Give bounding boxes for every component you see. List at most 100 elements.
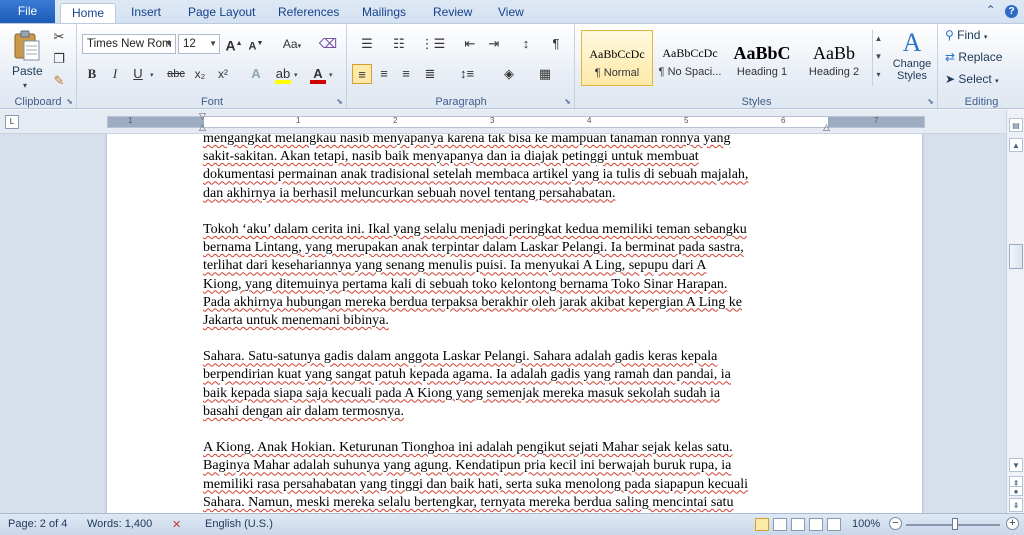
style-heading-1[interactable]: AaBbC Heading 1: [726, 30, 798, 86]
zoom-in-button[interactable]: +: [1006, 517, 1019, 530]
font-name-select[interactable]: Times New Rom ▼: [82, 34, 176, 54]
word-count[interactable]: Words: 1,400: [87, 518, 152, 530]
align-right-icon[interactable]: ≡: [396, 64, 416, 84]
styles-gallery-scroll[interactable]: ▲ ▼ ▾: [872, 30, 884, 86]
next-page-icon[interactable]: ⇟: [1009, 498, 1023, 512]
zoom-level[interactable]: 100%: [852, 518, 880, 530]
page-count[interactable]: Page: 2 of 4: [8, 518, 67, 530]
web-layout-view-icon[interactable]: [791, 518, 805, 531]
hanging-indent-marker[interactable]: △: [199, 122, 206, 133]
full-screen-reading-view-icon[interactable]: [773, 518, 787, 531]
multilevel-list-icon[interactable]: ⋮☰: [420, 34, 446, 54]
align-center-icon[interactable]: ≡: [374, 64, 394, 84]
font-color-button[interactable]: A: [308, 64, 328, 84]
underline-button[interactable]: U: [128, 64, 148, 84]
numbering-icon[interactable]: ☷: [386, 34, 412, 54]
zoom-out-button[interactable]: −: [889, 517, 902, 530]
borders-icon[interactable]: ▦: [532, 64, 558, 84]
underline-dropdown-icon[interactable]: ▾: [150, 71, 154, 79]
document-text[interactable]: mengangkat melangkau nasib menyapanya ka…: [203, 134, 833, 512]
style-no-spacing[interactable]: AaBbCcDc ¶ No Spaci...: [654, 30, 726, 86]
tab-file[interactable]: File: [0, 0, 55, 23]
proofing-icon[interactable]: ✕: [172, 518, 181, 531]
style-heading-2[interactable]: AaBb Heading 2: [798, 30, 870, 86]
clipboard-dialog-launcher-icon[interactable]: ⬊: [66, 97, 73, 106]
superscript-button[interactable]: x²: [213, 64, 233, 84]
tab-selector-icon[interactable]: L: [5, 115, 19, 129]
copy-icon[interactable]: ❐: [49, 49, 69, 69]
ruler-number: 6: [781, 116, 786, 125]
bullets-icon[interactable]: ☰: [354, 34, 380, 54]
style-preview: AaBbCcDc: [589, 47, 645, 61]
paste-dropdown-icon[interactable]: ▾: [23, 81, 27, 90]
tab-references[interactable]: References: [278, 3, 339, 23]
chevron-down-icon: ▼: [165, 39, 173, 48]
scroll-down-icon[interactable]: ▼: [1009, 458, 1023, 472]
shading-icon[interactable]: ◈: [496, 64, 522, 84]
ruler-left-margin: [108, 117, 204, 127]
show-marks-button[interactable]: ¶: [546, 34, 566, 54]
language[interactable]: English (U.S.): [205, 518, 273, 530]
minimize-ribbon-icon[interactable]: ⌃: [986, 3, 996, 17]
font-size-select[interactable]: 12 ▼: [178, 34, 220, 54]
tab-view[interactable]: View: [498, 3, 524, 23]
change-case-button[interactable]: Aa▾: [278, 34, 306, 54]
shrink-font-button[interactable]: A▼: [246, 34, 266, 54]
paragraph-dialog-launcher-icon[interactable]: ⬊: [564, 97, 571, 106]
first-line-indent-marker[interactable]: ▽: [199, 111, 206, 122]
paste-button[interactable]: Paste: [12, 64, 43, 78]
text-effects-icon[interactable]: A: [246, 64, 266, 84]
format-painter-icon[interactable]: ✎: [49, 71, 69, 91]
highlight-button[interactable]: ab: [273, 64, 293, 84]
font-color-dropdown-icon[interactable]: ▾: [329, 71, 333, 79]
increase-indent-icon[interactable]: ⇥: [484, 34, 504, 54]
tab-page-layout[interactable]: Page Layout: [188, 3, 255, 23]
clear-formatting-icon[interactable]: ⌫: [318, 34, 338, 54]
tab-mailings[interactable]: Mailings: [362, 3, 406, 23]
help-icon[interactable]: ?: [1005, 5, 1018, 18]
italic-button[interactable]: I: [105, 64, 125, 84]
cut-icon[interactable]: ✂: [49, 27, 69, 47]
strikethrough-button[interactable]: abc: [164, 64, 188, 84]
text-line: terlihat dari kesehariannya yang senang …: [203, 258, 707, 274]
bold-button[interactable]: B: [82, 64, 102, 84]
find-button[interactable]: ⚲ Find ▾: [945, 28, 987, 42]
style-preview: AaBb: [813, 43, 855, 63]
browse-object-icon[interactable]: ●: [1009, 486, 1023, 496]
more-styles-icon[interactable]: ▾: [873, 66, 884, 84]
chevron-down-icon[interactable]: ▼: [873, 48, 884, 66]
chevron-up-icon[interactable]: ▲: [873, 30, 884, 48]
text-line: Baginya Mahar adalah suhunya yang agung.…: [203, 458, 732, 474]
subscript-button[interactable]: x₂: [190, 64, 210, 84]
font-dialog-launcher-icon[interactable]: ⬊: [336, 97, 343, 106]
draft-view-icon[interactable]: [827, 518, 841, 531]
highlight-dropdown-icon[interactable]: ▾: [294, 71, 298, 79]
print-layout-view-icon[interactable]: [755, 518, 769, 531]
grow-font-button[interactable]: A▲: [224, 34, 244, 54]
scroll-thumb[interactable]: [1009, 244, 1023, 269]
tab-review[interactable]: Review: [433, 3, 472, 23]
style-normal[interactable]: AaBbCcDc ¶ Normal: [581, 30, 653, 86]
vertical-scrollbar[interactable]: ▤ ▲ ▼ ⇞ ● ⇟: [1006, 110, 1024, 513]
replace-button[interactable]: ⇄ Replace: [945, 50, 1002, 64]
decrease-indent-icon[interactable]: ⇤: [460, 34, 480, 54]
select-button[interactable]: ➤ Select ▾: [945, 72, 999, 86]
scroll-up-icon[interactable]: ▲: [1009, 138, 1023, 152]
styles-dialog-launcher-icon[interactable]: ⬊: [927, 97, 934, 106]
horizontal-ruler[interactable]: L 1 1 2 3 4 5 6 7 ▽ △ △: [0, 110, 1024, 513]
align-left-icon[interactable]: ≡: [352, 64, 372, 84]
justify-icon[interactable]: ≣: [420, 64, 440, 84]
change-styles-button[interactable]: A Change Styles: [890, 28, 934, 90]
document-page[interactable]: mengangkat melangkau nasib menyapanya ka…: [107, 134, 922, 513]
tab-insert[interactable]: Insert: [131, 3, 161, 23]
ruler-strip[interactable]: 1 1 2 3 4 5 6 7 ▽ △ △: [107, 111, 925, 132]
tab-home[interactable]: Home: [60, 3, 116, 23]
right-indent-marker[interactable]: △: [823, 122, 830, 133]
line-spacing-icon[interactable]: ↕≡: [454, 64, 480, 84]
view-ruler-icon[interactable]: ▤: [1009, 118, 1023, 132]
paste-icon[interactable]: [12, 30, 42, 62]
zoom-slider-thumb[interactable]: [952, 518, 958, 530]
text-line: dan akhirnya ia berhasil meluncurkan seb…: [203, 185, 616, 201]
outline-view-icon[interactable]: [809, 518, 823, 531]
sort-icon[interactable]: ↕: [516, 34, 536, 54]
